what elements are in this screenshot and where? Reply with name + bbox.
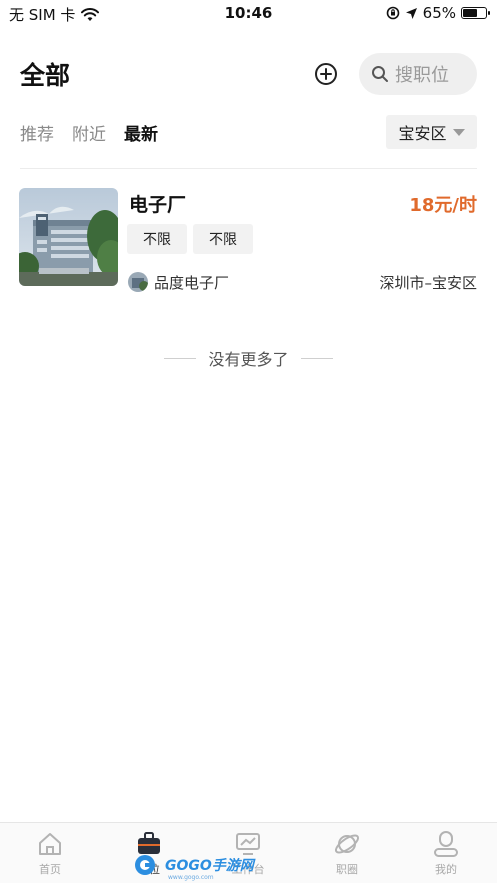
tab-latest[interactable]: 最新 bbox=[124, 120, 158, 145]
tab-nearby[interactable]: 附近 bbox=[72, 120, 106, 145]
search-icon bbox=[372, 66, 388, 82]
nav-circle-label: 职圈 bbox=[336, 863, 358, 876]
list-end-text: 没有更多了 bbox=[208, 350, 289, 369]
status-bar: 无 SIM 卡 10:46 65% bbox=[0, 0, 497, 26]
divider-line bbox=[164, 357, 197, 359]
company-avatar bbox=[128, 272, 148, 292]
divider bbox=[20, 168, 477, 169]
sort-tabs: 推荐 附近 最新 bbox=[20, 120, 158, 145]
battery-tip bbox=[488, 11, 490, 15]
home-icon bbox=[39, 833, 61, 855]
nav-home-label: 首页 bbox=[39, 863, 61, 876]
caret-down-icon bbox=[452, 128, 465, 136]
factory-building-image bbox=[19, 188, 118, 286]
battery-level bbox=[463, 9, 478, 17]
plus-circle-icon[interactable] bbox=[314, 62, 338, 86]
job-tag: 不限 bbox=[127, 224, 187, 254]
planet-icon bbox=[334, 834, 360, 854]
nav-profile[interactable]: 我的 bbox=[406, 829, 486, 877]
battery-percent: 65% bbox=[422, 4, 456, 22]
company-name: 品度电子厂 bbox=[154, 274, 230, 292]
status-right: 65% bbox=[386, 4, 490, 22]
battery-icon bbox=[461, 7, 490, 19]
page-title: 全部 bbox=[20, 61, 71, 90]
job-salary: 18元/时 bbox=[409, 195, 477, 216]
job-location: 深圳市–宝安区 bbox=[379, 274, 477, 292]
nav-circle[interactable]: 职圈 bbox=[307, 829, 387, 877]
rotation-lock-icon bbox=[386, 6, 399, 20]
district-filter-label: 宝安区 bbox=[398, 124, 447, 143]
job-card[interactable]: 电子厂 18元/时 不限 不限 品度电子厂 深圳市–宝安区 bbox=[0, 186, 497, 292]
watermark-logo: GOGO手游网 www.gogo.com bbox=[134, 852, 254, 881]
job-title: 电子厂 bbox=[129, 194, 187, 216]
search-placeholder: 搜职位 bbox=[395, 65, 449, 86]
search-input[interactable]: 搜职位 bbox=[359, 53, 477, 95]
district-filter-dropdown[interactable]: 宝安区 bbox=[386, 115, 477, 149]
nav-profile-label: 我的 bbox=[435, 863, 457, 876]
tab-recommend[interactable]: 推荐 bbox=[20, 120, 54, 145]
user-icon bbox=[434, 831, 458, 857]
location-arrow-icon bbox=[405, 7, 417, 19]
job-thumbnail bbox=[19, 188, 118, 286]
job-tag: 不限 bbox=[193, 224, 253, 254]
watermark-icon bbox=[135, 855, 155, 875]
divider-line bbox=[300, 357, 333, 359]
nav-home[interactable]: 首页 bbox=[10, 829, 90, 877]
watermark-text: GOGO手游网 bbox=[165, 858, 254, 874]
list-end-indicator: 没有更多了 bbox=[0, 346, 497, 370]
watermark-subtext: www.gogo.com bbox=[168, 874, 214, 881]
